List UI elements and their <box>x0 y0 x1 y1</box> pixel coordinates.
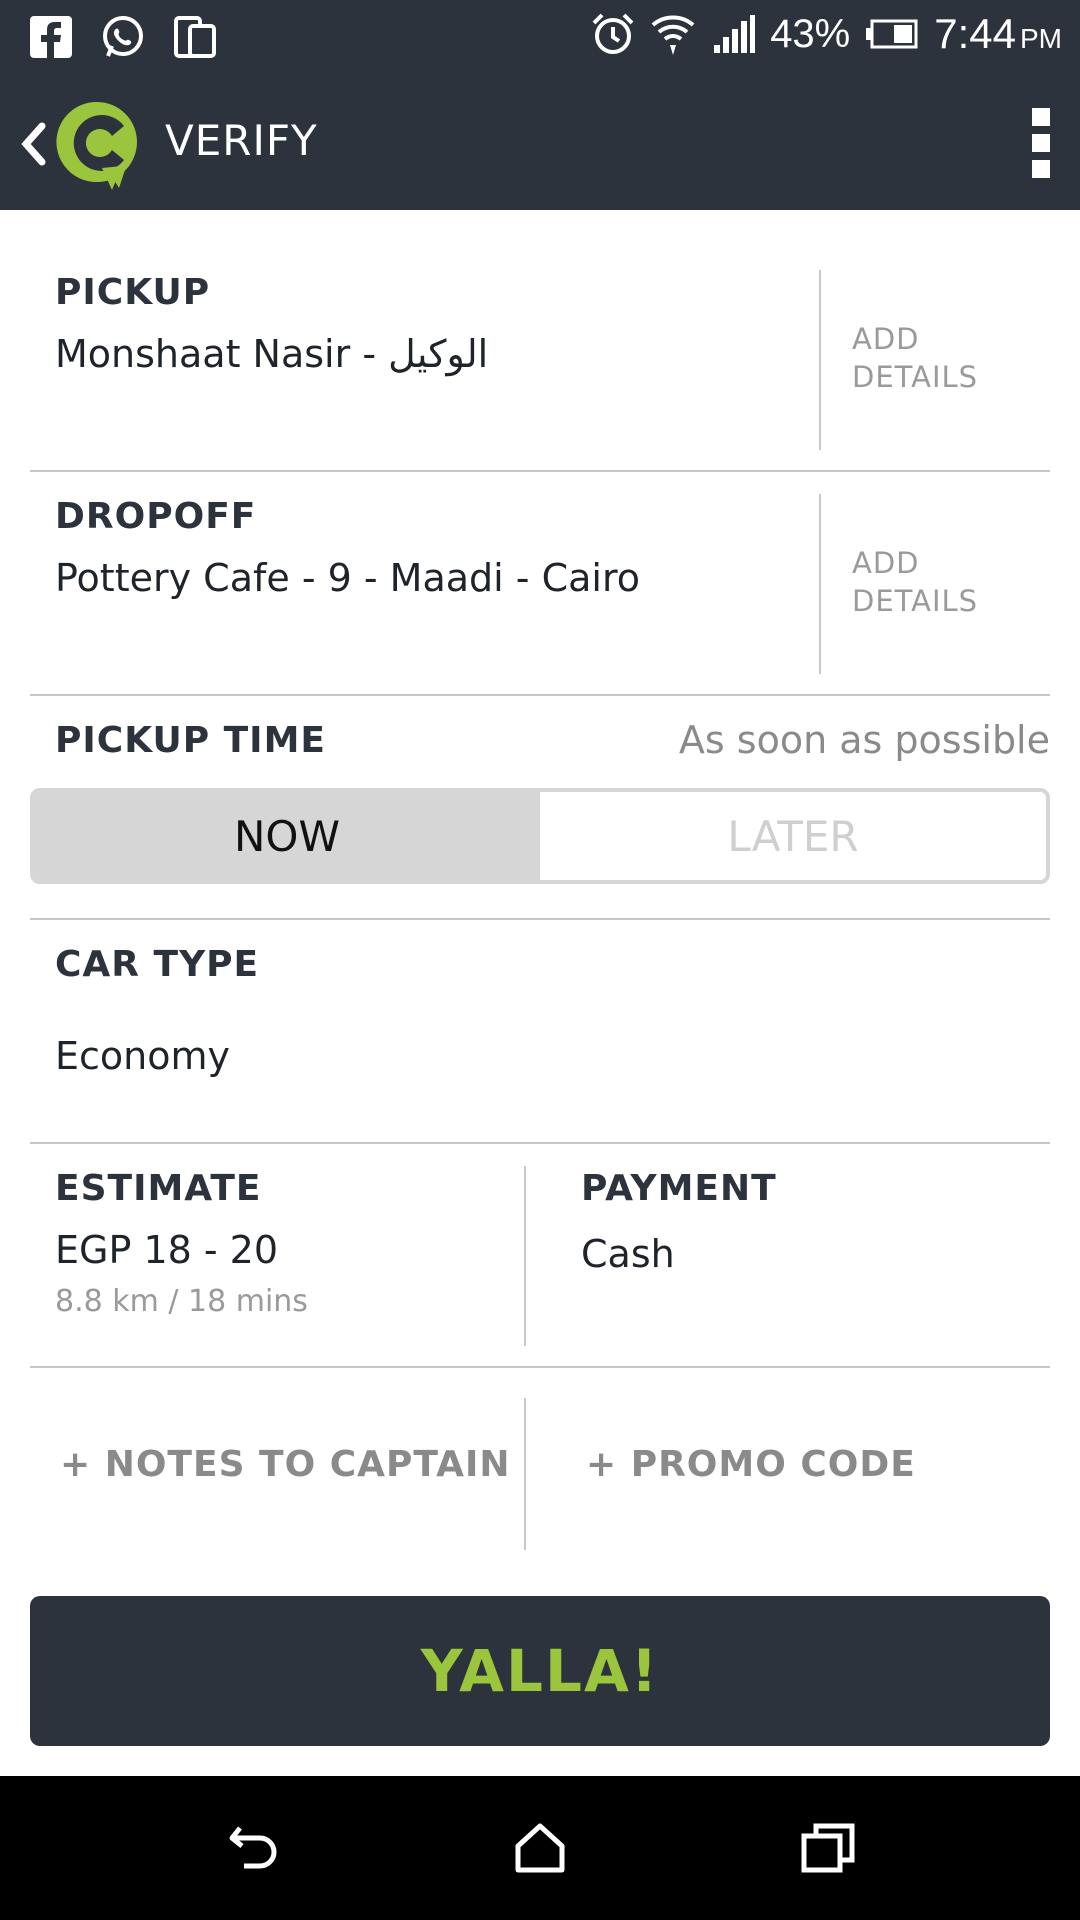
car-type-label: CAR TYPE <box>55 944 260 985</box>
car-type-value[interactable]: Economy <box>55 1034 230 1078</box>
recent-apps-icon[interactable] <box>796 1816 860 1880</box>
careem-logo <box>56 101 137 190</box>
divider <box>30 694 1050 696</box>
dropoff-label: DROPOFF <box>55 496 257 537</box>
pickup-label: PICKUP <box>55 272 211 313</box>
estimate-payment-divider <box>524 1166 526 1346</box>
status-bar: 43% 7:44 PM <box>0 0 1080 78</box>
home-icon[interactable] <box>508 1816 572 1880</box>
back-chevron-icon[interactable] <box>18 116 48 172</box>
battery-icon <box>866 19 918 49</box>
back-icon[interactable] <box>222 1816 286 1880</box>
wifi-icon <box>651 15 695 55</box>
clock-time: 7:44 <box>934 10 1016 57</box>
facebook-icon <box>30 16 72 58</box>
page-title: VERIFY <box>165 116 318 165</box>
dual-screen-icon <box>174 16 216 58</box>
dropoff-add-details-button[interactable]: ADD DETAILS <box>852 544 1012 620</box>
divider <box>30 470 1050 472</box>
estimate-value: EGP 18 - 20 <box>55 1228 279 1272</box>
divider <box>30 1142 1050 1144</box>
pickup-address[interactable]: Monshaat Nasir - الوكيل <box>55 332 488 376</box>
dropoff-divider <box>819 494 821 674</box>
pickup-add-details-button[interactable]: ADD DETAILS <box>852 320 1012 396</box>
system-nav-bar <box>0 1776 1080 1920</box>
actions-divider <box>524 1398 526 1550</box>
clock-ampm: PM <box>1020 23 1062 54</box>
signal-icon <box>714 15 756 53</box>
now-option[interactable]: NOW <box>34 792 540 880</box>
divider <box>30 1366 1050 1368</box>
later-option[interactable]: LATER <box>540 792 1046 880</box>
estimate-distance: 8.8 km / 18 mins <box>55 1284 308 1319</box>
divider <box>30 918 1050 920</box>
pickup-time-toggle: NOW LATER <box>30 788 1050 884</box>
pickup-divider <box>819 270 821 450</box>
yalla-confirm-button[interactable]: YALLA! <box>30 1596 1050 1746</box>
notes-to-captain-button[interactable]: + NOTES TO CAPTAIN <box>60 1444 511 1485</box>
payment-label: PAYMENT <box>581 1168 777 1209</box>
pickup-time-label: PICKUP TIME <box>55 720 326 761</box>
overflow-menu-icon[interactable] <box>1032 108 1054 178</box>
pickup-time-value: As soon as possible <box>678 718 1050 762</box>
payment-value[interactable]: Cash <box>581 1232 675 1276</box>
alarm-icon <box>592 13 634 54</box>
promo-code-button[interactable]: + PROMO CODE <box>586 1444 916 1485</box>
dropoff-address[interactable]: Pottery Cafe - 9 - Maadi - Cairo <box>55 556 640 600</box>
whatsapp-icon <box>103 16 143 57</box>
app-bar: VERIFY <box>0 78 1080 210</box>
battery-percent: 43% <box>770 11 851 56</box>
estimate-label: ESTIMATE <box>55 1168 262 1209</box>
